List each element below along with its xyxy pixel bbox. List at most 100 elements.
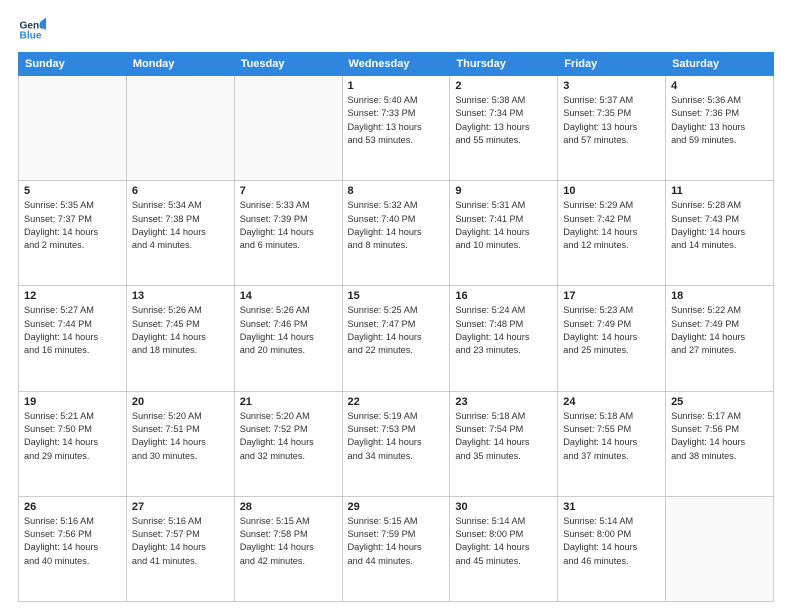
day-info-line: Daylight: 13 hours [455, 122, 529, 132]
day-info-line: Daylight: 14 hours [563, 227, 637, 237]
day-info-line: Sunrise: 5:16 AM [132, 516, 202, 526]
day-number: 13 [132, 290, 229, 302]
svg-text:Blue: Blue [20, 31, 42, 42]
day-info-line: and 59 minutes. [671, 135, 736, 145]
day-info: Sunrise: 5:18 AMSunset: 7:55 PMDaylight:… [563, 410, 660, 463]
day-info-line: Sunrise: 5:15 AM [348, 516, 418, 526]
day-info: Sunrise: 5:19 AMSunset: 7:53 PMDaylight:… [348, 410, 445, 463]
day-info-line: Sunset: 7:49 PM [563, 319, 631, 329]
calendar-cell: 4Sunrise: 5:36 AMSunset: 7:36 PMDaylight… [666, 76, 774, 181]
day-info-line: Sunrise: 5:38 AM [455, 95, 525, 105]
day-info-line: Sunrise: 5:17 AM [671, 411, 741, 421]
day-number: 18 [671, 290, 768, 302]
day-info: Sunrise: 5:35 AMSunset: 7:37 PMDaylight:… [24, 199, 121, 252]
calendar-cell [126, 76, 234, 181]
day-info-line: Daylight: 13 hours [671, 122, 745, 132]
day-info-line: Sunrise: 5:14 AM [455, 516, 525, 526]
day-info-line: Sunrise: 5:26 AM [132, 305, 202, 315]
day-info: Sunrise: 5:31 AMSunset: 7:41 PMDaylight:… [455, 199, 552, 252]
day-number: 8 [348, 185, 445, 197]
day-info: Sunrise: 5:38 AMSunset: 7:34 PMDaylight:… [455, 94, 552, 147]
day-info-line: Daylight: 14 hours [563, 332, 637, 342]
day-number: 16 [455, 290, 552, 302]
logo: General Blue [18, 16, 50, 44]
day-info-line: Sunset: 8:00 PM [455, 529, 523, 539]
day-info-line: Sunset: 7:48 PM [455, 319, 523, 329]
day-info-line: Sunset: 7:51 PM [132, 424, 200, 434]
day-info-line: Sunrise: 5:19 AM [348, 411, 418, 421]
calendar-cell: 10 Sunrise: 5:29 AM Sunset: 7:42 PM Dayligh… [558, 181, 666, 286]
day-info: Sunrise: 5:37 AMSunset: 7:35 PMDaylight:… [563, 94, 660, 147]
calendar-cell: 9Sunrise: 5:31 AMSunset: 7:41 PMDaylight… [450, 181, 558, 286]
day-info-line: Sunrise: 5:27 AM [24, 305, 94, 315]
calendar-cell: 24Sunrise: 5:18 AMSunset: 7:55 PMDayligh… [558, 391, 666, 496]
calendar-cell: 1Sunrise: 5:40 AMSunset: 7:33 PMDaylight… [342, 76, 450, 181]
day-info-line: and 37 minutes. [563, 451, 628, 461]
day-info-line: Daylight: 14 hours [24, 332, 98, 342]
day-info-line: and 10 minutes. [455, 240, 520, 250]
calendar-cell: 29Sunrise: 5:15 AMSunset: 7:59 PMDayligh… [342, 496, 450, 601]
day-info-line: and 6 minutes. [240, 240, 300, 250]
day-info: Sunrise: 5:17 AMSunset: 7:56 PMDaylight:… [671, 410, 768, 463]
day-info-line: Sunset: 7:59 PM [348, 529, 416, 539]
day-info: Sunrise: 5:22 AMSunset: 7:49 PMDaylight:… [671, 304, 768, 357]
day-number: 21 [240, 396, 337, 408]
day-number: 4 [671, 80, 768, 92]
day-info-line: Sunset: 7:47 PM [348, 319, 416, 329]
day-info-line: Sunset: 8:00 PM [563, 529, 631, 539]
calendar-cell: 21 Sunrise: 5:20 AMSunset: 7:52 PMDayligh… [234, 391, 342, 496]
day-number: 15 [348, 290, 445, 302]
day-info-line: Sunset: 7:55 PM [563, 424, 631, 434]
day-info: Sunrise: 5:20 AMSunset: 7:52 PMDaylight:… [240, 410, 337, 463]
day-number: 23 [455, 396, 552, 408]
day-info: Sunrise: 5:27 AMSunset: 7:44 PMDaylight:… [24, 304, 121, 357]
day-info-line: Sunset: 7:37 PM [24, 214, 92, 224]
calendar-cell: 27Sunrise: 5:16 AMSunset: 7:57 PMDayligh… [126, 496, 234, 601]
calendar-cell: 7Sunrise: 5:33 AMSunset: 7:39 PMDaylight… [234, 181, 342, 286]
day-number: 30 [455, 501, 552, 513]
calendar-cell: 13Sunrise: 5:26 AMSunset: 7:45 PMDayligh… [126, 286, 234, 391]
day-number: 31 [563, 501, 660, 513]
calendar-cell: 17Sunrise: 5:23 AMSunset: 7:49 PMDayligh… [558, 286, 666, 391]
day-number: 29 [348, 501, 445, 513]
day-number: 19 [24, 396, 121, 408]
day-info-line: Sunrise: 5:34 AM [132, 200, 202, 210]
day-info-line: Sunset: 7:46 PM [240, 319, 308, 329]
day-number: 12 [24, 290, 121, 302]
day-info-line: Sunset: 7:49 PM [671, 319, 739, 329]
day-info-line: Sunrise: 5:18 AM [563, 411, 633, 421]
day-info: Sunrise: 5:28 AMSunset: 7:43 PMDaylight:… [671, 199, 768, 252]
day-info-line: Daylight: 13 hours [563, 122, 637, 132]
calendar-cell: 25 Sunrise: 5:17 AMSunset: 7:56 PMDayligh… [666, 391, 774, 496]
day-info-line: and 4 minutes. [132, 240, 192, 250]
calendar-week-row: 19Sunrise: 5:21 AMSunset: 7:50 PMDayligh… [19, 391, 774, 496]
day-number: 22 [348, 396, 445, 408]
day-info-line: Sunrise: 5:14 AM [563, 516, 633, 526]
day-info-line: Sunset: 7:42 PM [563, 214, 631, 224]
day-info-line: Sunset: 7:35 PM [563, 108, 631, 118]
day-info-line: Sunrise: 5:16 AM [24, 516, 94, 526]
day-info-line: Daylight: 14 hours [132, 542, 206, 552]
day-info-line: Sunset: 7:58 PM [240, 529, 308, 539]
day-info-line: Daylight: 14 hours [455, 227, 529, 237]
day-number: 10 [563, 185, 660, 197]
calendar-cell: 22 Sunrise: 5:19 AMSunset: 7:53 PMDayligh… [342, 391, 450, 496]
day-number: 25 [671, 396, 768, 408]
calendar-cell: 28Sunrise: 5:15 AMSunset: 7:58 PMDayligh… [234, 496, 342, 601]
calendar-cell [666, 496, 774, 601]
day-info-line: and 53 minutes. [348, 135, 413, 145]
weekday-header: Friday [558, 53, 666, 76]
day-info-line: Sunrise: 5:29 AM [563, 200, 633, 210]
day-info-line: Sunset: 7:41 PM [455, 214, 523, 224]
day-info: Sunrise: 5:34 AMSunset: 7:38 PMDaylight:… [132, 199, 229, 252]
day-info-line: and 41 minutes. [132, 556, 197, 566]
day-info-line: Daylight: 14 hours [671, 332, 745, 342]
day-info-line: Daylight: 14 hours [348, 227, 422, 237]
day-number: 14 [240, 290, 337, 302]
day-number: 27 [132, 501, 229, 513]
day-info: Sunrise: 5:25 AMSunset: 7:47 PMDaylight:… [348, 304, 445, 357]
calendar-cell [19, 76, 127, 181]
day-info: Sunrise: 5:33 AMSunset: 7:39 PMDaylight:… [240, 199, 337, 252]
day-info-line: Daylight: 14 hours [240, 227, 314, 237]
calendar-cell: 5Sunrise: 5:35 AMSunset: 7:37 PMDaylight… [19, 181, 127, 286]
